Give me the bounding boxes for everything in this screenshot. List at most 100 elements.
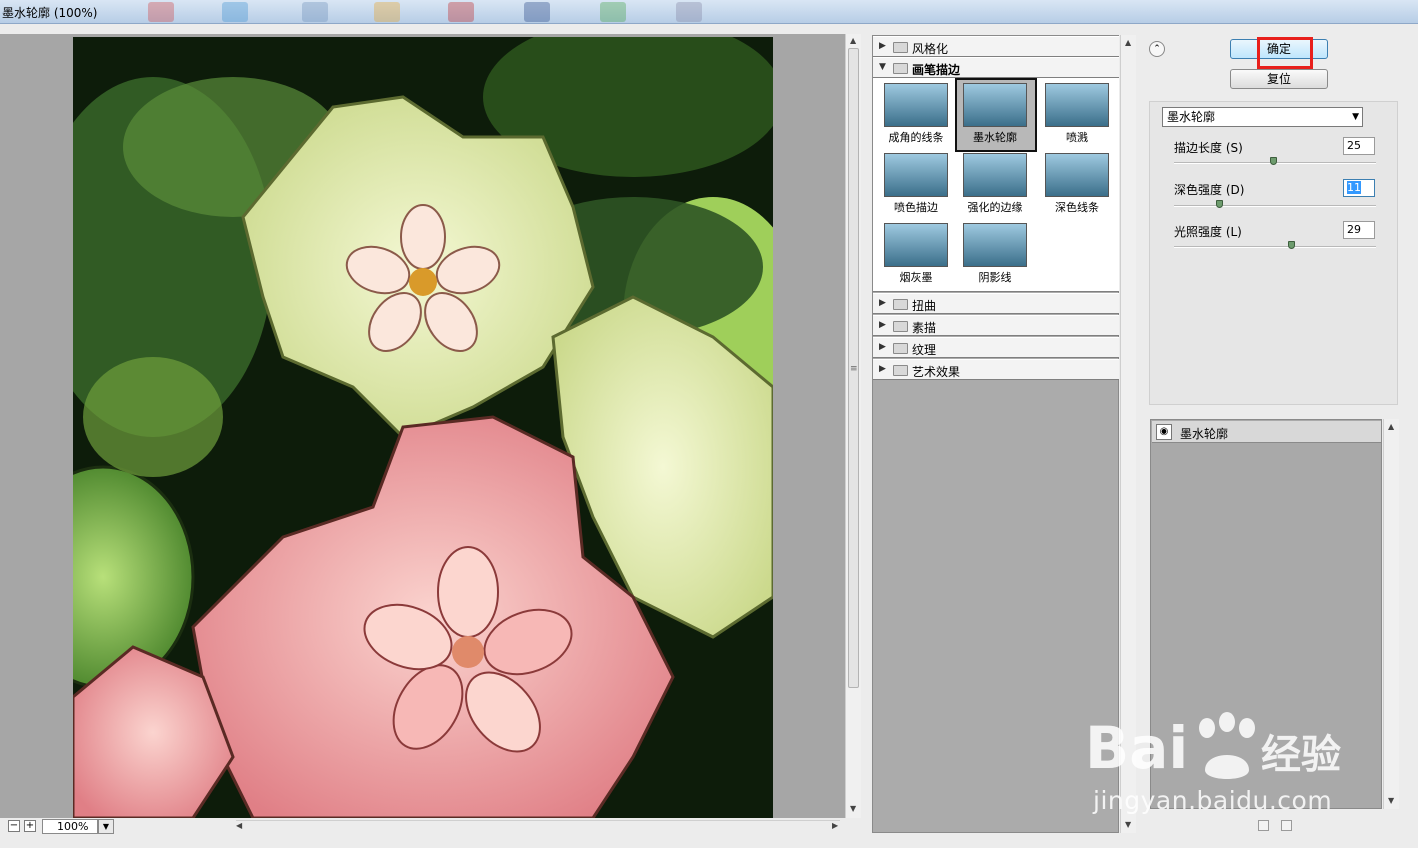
thumbnail-image <box>884 223 948 267</box>
folder-icon <box>893 365 908 376</box>
param-dark-intensity-slider[interactable] <box>1174 200 1376 208</box>
thumbnail-sumi-e[interactable]: 烟灰墨 <box>878 220 956 290</box>
thumbnail-image <box>963 223 1027 267</box>
thumbnail-image <box>884 153 948 197</box>
preview-horizontal-scrollbar[interactable]: ◀ ▶ <box>236 820 840 832</box>
category-texture[interactable]: ▶ 纹理 <box>873 337 1119 358</box>
thumbnail-image <box>1045 83 1109 127</box>
thumbnail-angled-strokes[interactable]: 成角的线条 <box>878 80 956 150</box>
category-label: 风格化 <box>912 42 949 56</box>
scroll-down-icon[interactable]: ▼ <box>1388 796 1394 805</box>
category-label: 扭曲 <box>912 299 937 313</box>
folder-icon <box>893 299 908 310</box>
thumbnail-sprayed-strokes[interactable]: 喷色描边 <box>878 150 956 220</box>
param-light-intensity-slider[interactable] <box>1174 241 1376 249</box>
thumbnail-label: 阴影线 <box>978 271 1012 284</box>
folder-icon <box>893 63 908 74</box>
watermark-brand-suffix: 经验 <box>1261 732 1341 778</box>
thumbnail-crosshatch[interactable]: 阴影线 <box>957 220 1035 290</box>
preview-pane[interactable] <box>0 34 845 818</box>
thumbnail-label: 强化的边缘 <box>967 201 1023 214</box>
thumbnail-label: 深色线条 <box>1055 201 1099 214</box>
thumbnail-label: 成角的线条 <box>888 131 944 144</box>
param-stroke-length-input[interactable]: 25 <box>1343 137 1375 155</box>
filter-gallery: ▶ 风格化 ▼ 画笔描边 成角的线条 墨水轮廓 喷溅 喷色描边 强化的边缘 深色… <box>872 35 1119 833</box>
annotation-highlight-box <box>1257 37 1313 69</box>
category-distort[interactable]: ▶ 扭曲 <box>873 293 1119 314</box>
category-stylize[interactable]: ▶ 风格化 <box>873 36 1119 57</box>
category-label: 艺术效果 <box>912 365 961 379</box>
param-light-intensity-label: 光照强度 (L) <box>1174 225 1242 239</box>
flower-ink-outline-image <box>73 37 773 818</box>
scroll-right-icon[interactable]: ▶ <box>832 821 838 830</box>
effect-layer-row[interactable]: ◉ 墨水轮廓 <box>1152 421 1381 443</box>
zoom-dropdown-icon[interactable]: ▼ <box>98 819 114 834</box>
thumbnail-label: 烟灰墨 <box>899 271 933 284</box>
category-artistic[interactable]: ▶ 艺术效果 <box>873 359 1119 380</box>
param-dark-intensity-input[interactable]: 11 <box>1343 179 1375 197</box>
watermark-url: jingyan.baidu.com <box>1093 786 1333 815</box>
category-label: 素描 <box>912 321 937 335</box>
paw-icon <box>1199 712 1255 779</box>
chevron-down-icon: ▼ <box>1352 112 1359 122</box>
thumbnail-grid: 成角的线条 墨水轮廓 喷溅 喷色描边 强化的边缘 深色线条 烟灰墨 阴影线 <box>873 78 1119 292</box>
collapse-arrow-icon[interactable]: ▼ <box>879 62 886 72</box>
effect-layer-name: 墨水轮廓 <box>1180 427 1229 441</box>
taskbar-ghost-icon <box>676 2 702 22</box>
folder-icon <box>893 42 908 53</box>
thumbnail-label: 墨水轮廓 <box>973 131 1017 144</box>
taskbar-ghost-icon <box>374 2 400 22</box>
thumbnail-image <box>963 83 1027 127</box>
thumbnail-accented-edges[interactable]: 强化的边缘 <box>957 150 1035 220</box>
collapse-gallery-icon[interactable]: ⌃ <box>1149 41 1165 57</box>
expand-arrow-icon[interactable]: ▶ <box>879 364 886 374</box>
scroll-down-icon[interactable]: ▼ <box>1125 820 1131 829</box>
taskbar-ghost-icon <box>524 2 550 22</box>
grip-icon: ≡ <box>850 364 858 374</box>
reset-button[interactable]: 复位 <box>1230 69 1328 89</box>
scroll-up-icon[interactable]: ▲ <box>850 36 856 45</box>
category-brush-strokes[interactable]: ▼ 画笔描边 <box>873 57 1119 78</box>
scroll-down-icon[interactable]: ▼ <box>850 804 856 813</box>
slider-knob[interactable] <box>1216 200 1223 208</box>
taskbar-ghost-icon <box>222 2 248 22</box>
scroll-up-icon[interactable]: ▲ <box>1388 422 1394 431</box>
scroll-up-icon[interactable]: ▲ <box>1125 38 1131 47</box>
delete-effect-layer-icon[interactable] <box>1281 820 1292 831</box>
param-light-intensity-input[interactable]: 29 <box>1343 221 1375 239</box>
filter-select-value: 墨水轮廓 <box>1167 110 1216 124</box>
filter-select-dropdown[interactable]: 墨水轮廓 ▼ <box>1162 107 1363 127</box>
eye-icon[interactable]: ◉ <box>1156 424 1172 440</box>
new-effect-layer-icon[interactable] <box>1258 820 1269 831</box>
title-bar: 墨水轮廓 (100%) <box>0 0 1418 24</box>
zoom-level-field[interactable]: 100% <box>42 819 98 834</box>
zoom-out-button[interactable]: − <box>8 820 20 832</box>
thumbnail-image <box>1045 153 1109 197</box>
window-title: 墨水轮廓 (100%) <box>2 6 98 20</box>
thumbnail-image <box>884 83 948 127</box>
zoom-bar: − + 100% ▼ ◀ ▶ <box>0 818 845 836</box>
taskbar-ghost-icon <box>448 2 474 22</box>
param-stroke-length-slider[interactable] <box>1174 157 1376 165</box>
expand-arrow-icon[interactable]: ▶ <box>879 41 886 51</box>
category-sketch[interactable]: ▶ 素描 <box>873 315 1119 336</box>
folder-icon <box>893 321 908 332</box>
param-dark-intensity-label: 深色强度 (D) <box>1174 183 1245 197</box>
layers-scrollbar[interactable]: ▲ ▼ <box>1383 419 1399 809</box>
thumbnail-ink-outlines[interactable]: 墨水轮廓 <box>955 78 1037 152</box>
preview-image[interactable] <box>73 37 773 818</box>
param-stroke-length-label: 描边长度 (S) <box>1174 141 1243 155</box>
scroll-left-icon[interactable]: ◀ <box>236 821 242 830</box>
expand-arrow-icon[interactable]: ▶ <box>879 298 886 308</box>
thumbnail-spatter[interactable]: 喷溅 <box>1039 80 1117 150</box>
expand-arrow-icon[interactable]: ▶ <box>879 342 886 352</box>
preview-vertical-scrollbar[interactable]: ▲ ≡ ▼ <box>845 34 861 818</box>
slider-knob[interactable] <box>1270 157 1277 165</box>
watermark-brand-text: Bai <box>1085 714 1188 782</box>
category-label: 画笔描边 <box>912 63 961 77</box>
slider-knob[interactable] <box>1288 241 1295 249</box>
folder-icon <box>893 343 908 354</box>
zoom-in-button[interactable]: + <box>24 820 36 832</box>
thumbnail-dark-strokes[interactable]: 深色线条 <box>1039 150 1117 220</box>
expand-arrow-icon[interactable]: ▶ <box>879 320 886 330</box>
